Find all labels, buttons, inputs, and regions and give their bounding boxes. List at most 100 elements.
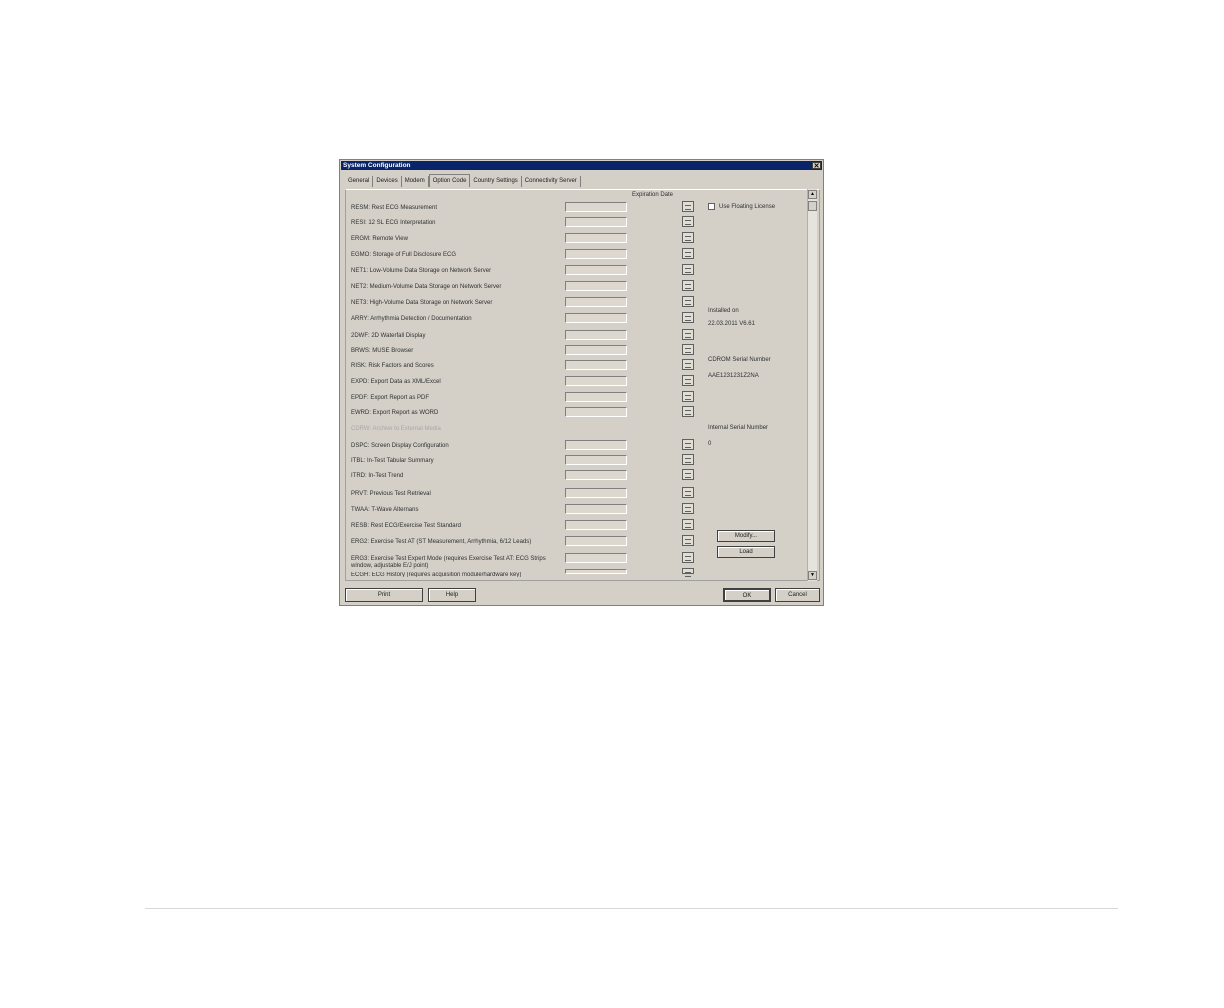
calendar-icon[interactable] (682, 391, 694, 402)
help-button[interactable]: Help (428, 588, 476, 602)
option-code-field[interactable] (565, 281, 627, 291)
calendar-icon[interactable] (682, 216, 694, 227)
option-label: EGMO: Storage of Full Disclosure ECG (351, 252, 457, 258)
option-code-field[interactable] (565, 488, 627, 498)
tab-general[interactable]: General (345, 176, 374, 187)
calendar-icon[interactable] (682, 375, 694, 386)
calendar-icon[interactable] (682, 344, 694, 355)
option-label: ERGM: Remote View (351, 236, 408, 242)
option-label: EPDF: Export Report as PDF (351, 395, 430, 401)
option-label: 2DWF: 2D Waterfall Display (351, 333, 426, 339)
expiration-date-header: Expiration Date (632, 192, 674, 198)
title-bar: System Configuration ✕ (341, 161, 822, 170)
option-code-field[interactable] (565, 536, 627, 546)
scroll-thumb[interactable] (808, 201, 817, 211)
option-label: ERG2: Exercise Test AT (ST Measurement, … (351, 539, 532, 545)
option-code-field[interactable] (565, 217, 627, 227)
tab-modem[interactable]: Modem (402, 176, 429, 187)
tab-connectivity-server[interactable]: Connectivity Server (522, 176, 581, 187)
calendar-icon[interactable] (682, 568, 694, 577)
option-code-field[interactable] (565, 504, 627, 514)
option-label: NET3: High-Volume Data Storage on Networ… (351, 300, 493, 306)
calendar-icon[interactable] (682, 264, 694, 275)
option-code-field[interactable] (565, 265, 627, 275)
print-button[interactable]: Print (345, 588, 423, 602)
calendar-icon[interactable] (682, 439, 694, 450)
option-code-field[interactable] (565, 407, 627, 417)
calendar-icon[interactable] (682, 296, 694, 307)
option-code-field[interactable] (565, 376, 627, 386)
option-label: NET2: Medium-Volume Data Storage on Netw… (351, 284, 502, 290)
option-label: ITBL: In-Test Tabular Summary (351, 458, 434, 464)
calendar-icon[interactable] (682, 503, 694, 514)
system-configuration-dialog: System Configuration ✕ General Devices M… (339, 159, 824, 606)
tab-strip: General Devices Modem Option Code Countr… (345, 174, 581, 189)
option-code-field[interactable] (565, 569, 627, 574)
calendar-icon[interactable] (682, 552, 694, 563)
option-code-field[interactable] (565, 440, 627, 450)
option-code-field[interactable] (565, 330, 627, 340)
calendar-icon[interactable] (682, 201, 694, 212)
floating-license-label: Use Floating License (719, 204, 776, 210)
option-code-field[interactable] (565, 233, 627, 243)
installed-on-value: 22.03.2011 V6.61 (708, 321, 755, 327)
calendar-icon[interactable] (682, 312, 694, 323)
option-label: ECGH: ECG History (requires acquisition … (351, 572, 522, 577)
option-code-field[interactable] (565, 520, 627, 530)
calendar-icon[interactable] (682, 454, 694, 465)
option-code-field[interactable] (565, 470, 627, 480)
calendar-icon[interactable] (682, 406, 694, 417)
load-button[interactable]: Load (717, 546, 775, 558)
calendar-icon[interactable] (682, 469, 694, 480)
option-code-field[interactable] (565, 249, 627, 259)
option-code-field[interactable] (565, 345, 627, 355)
page-footer-divider (145, 908, 1118, 909)
option-label: BRWS: MUSE Browser (351, 348, 414, 354)
option-label: TWAA: T-Wave Alternans (351, 507, 419, 513)
calendar-icon[interactable] (682, 232, 694, 243)
option-label: EWRD: Export Report as WORD (351, 410, 439, 416)
option-label: ITRD: In-Test Trend (351, 473, 404, 479)
option-label: DSPC: Screen Display Configuration (351, 443, 449, 449)
cdrom-serial-value: AAE1231231Z2NA (708, 373, 759, 379)
floating-license-checkbox[interactable] (708, 203, 715, 210)
option-label: CDRW: Archive to External Media (351, 426, 441, 432)
cancel-button[interactable]: Cancel (775, 588, 820, 602)
option-code-field[interactable] (565, 392, 627, 402)
option-code-field[interactable] (565, 202, 627, 212)
option-label: PRVT: Previous Test Retrieval (351, 491, 431, 497)
option-code-field[interactable] (565, 297, 627, 307)
calendar-icon[interactable] (682, 535, 694, 546)
scroll-up-icon[interactable]: ▲ (808, 190, 817, 199)
option-label: RESB: Rest ECG/Exercise Test Standard (351, 523, 461, 529)
option-code-field[interactable] (565, 553, 627, 563)
scroll-down-icon[interactable]: ▼ (808, 571, 817, 580)
calendar-icon[interactable] (682, 329, 694, 340)
cdrom-serial-label: CDROM Serial Number (708, 357, 771, 363)
calendar-icon[interactable] (682, 487, 694, 498)
option-code-field[interactable] (565, 360, 627, 370)
option-label: ERG3: Exercise Test Expert Mode (require… (351, 556, 546, 569)
tab-country-settings[interactable]: Country Settings (470, 176, 522, 187)
option-label: RISK: Risk Factors and Scores (351, 363, 434, 369)
option-label: ARRY: Arrhythmia Detection / Documentati… (351, 316, 472, 322)
calendar-icon[interactable] (682, 280, 694, 291)
tab-option-code[interactable]: Option Code (428, 174, 471, 187)
option-code-field[interactable] (565, 455, 627, 465)
option-label: EXPD: Export Data as XML/Excel (351, 379, 441, 385)
installed-on-label: Installed on (708, 308, 739, 314)
tab-devices[interactable]: Devices (373, 176, 402, 187)
internal-serial-label: Internal Serial Number (708, 425, 769, 431)
option-code-field[interactable] (565, 313, 627, 323)
option-label: NET1: Low-Volume Data Storage on Network… (351, 268, 492, 274)
modify-button[interactable]: Modify... (717, 530, 775, 542)
vertical-scrollbar[interactable]: ▲ ▼ (807, 189, 817, 581)
ok-button[interactable]: OK (723, 588, 771, 602)
calendar-icon[interactable] (682, 359, 694, 370)
option-label: RESM: Rest ECG Measurement (351, 205, 438, 211)
calendar-icon[interactable] (682, 248, 694, 259)
close-icon[interactable]: ✕ (812, 162, 821, 170)
internal-serial-value: 0 (708, 441, 712, 447)
window-title: System Configuration (343, 162, 411, 169)
calendar-icon[interactable] (682, 519, 694, 530)
